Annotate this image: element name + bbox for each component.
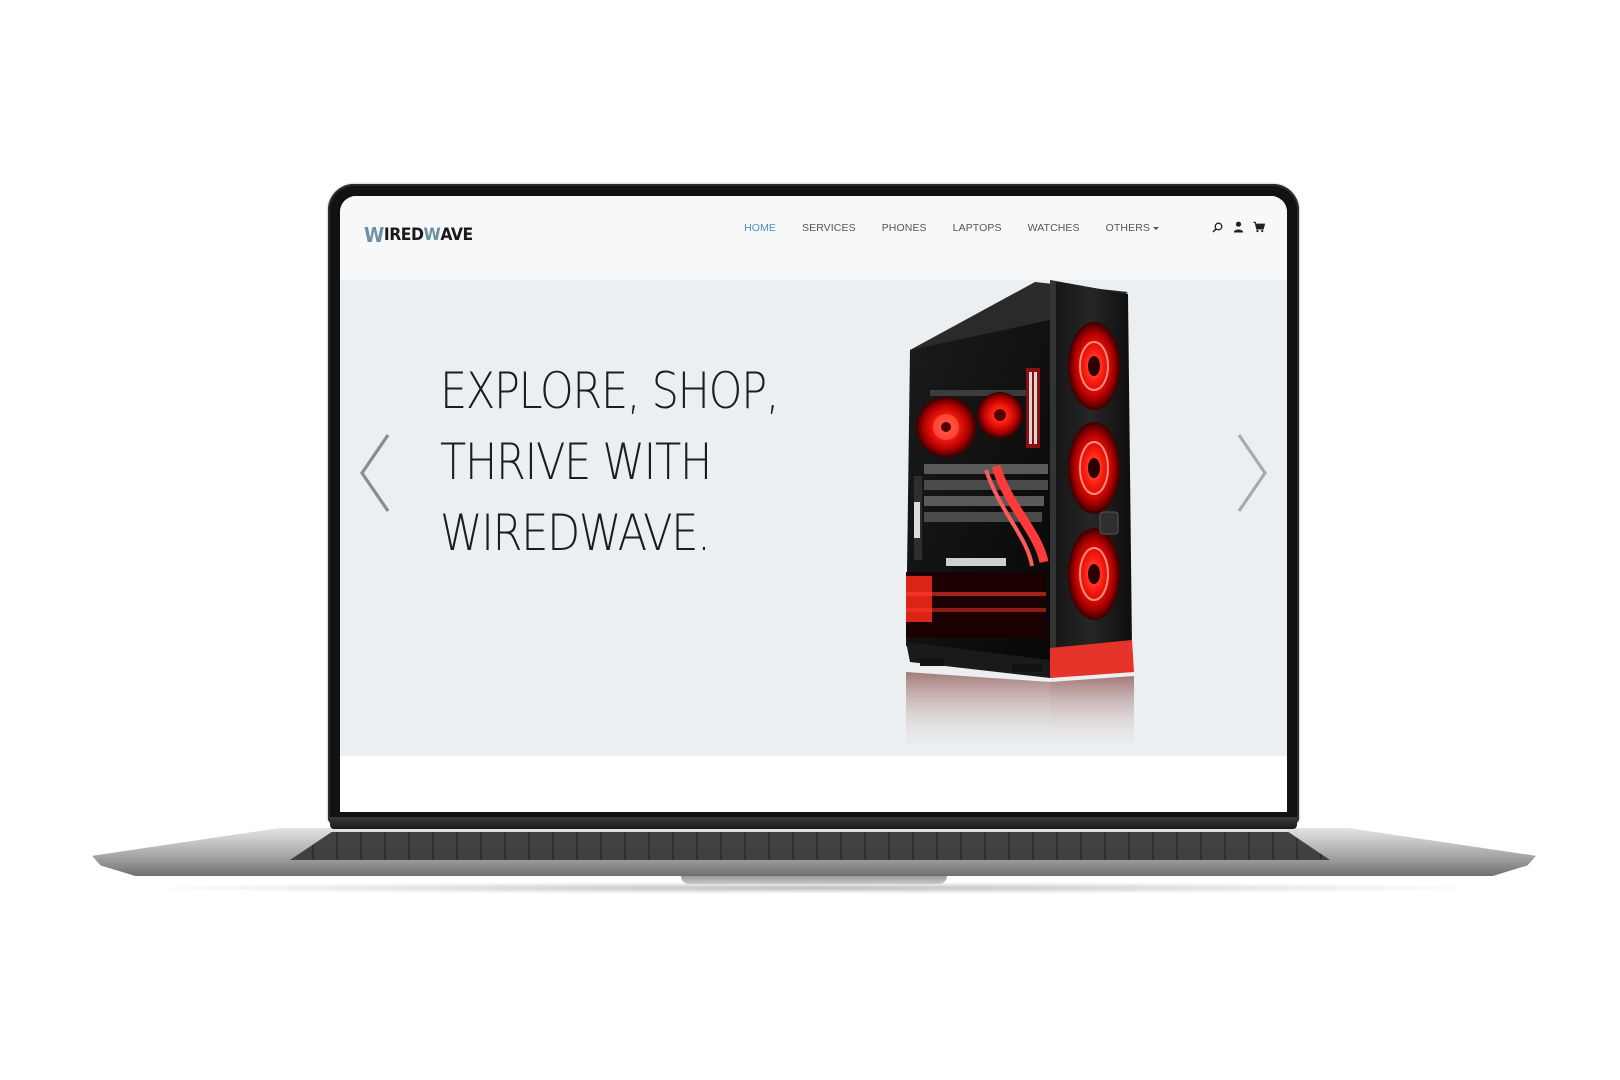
cart-icon[interactable] [1253, 220, 1265, 234]
nav-item-home[interactable]: HOME [744, 222, 776, 234]
laptop-screen: W IRED W AVE HOME SERVICES PHONES LAPTOPS W… [340, 196, 1287, 812]
laptop-thumb-notch [681, 876, 947, 884]
hero-heading: EXPLORE, SHOP, THRIVE WITH WIREDWAVE. [440, 356, 836, 569]
logo-letter-w: W [364, 223, 384, 247]
hero-carousel: EXPLORE, SHOP, THRIVE WITH WIREDWAVE. [340, 280, 1287, 756]
nav-item-others-label: OTHERS [1105, 222, 1150, 234]
nav-item-services[interactable]: SERVICES [802, 222, 856, 234]
logo-text-ave: AVE [440, 225, 473, 245]
chevron-left-icon [360, 434, 390, 512]
gaming-pc-image [906, 280, 1134, 756]
nav-item-watches[interactable]: WATCHES [1028, 222, 1080, 234]
search-icon[interactable] [1211, 220, 1223, 234]
chevron-right-icon [1237, 434, 1267, 512]
nav-item-laptops[interactable]: LAPTOPS [953, 222, 1002, 234]
navbar: W IRED W AVE HOME SERVICES PHONES LAPTOPS W… [340, 196, 1287, 280]
nav-links: HOME SERVICES PHONES LAPTOPS WATCHES OTH… [744, 222, 1159, 234]
logo-text-ired: IRED [383, 225, 424, 245]
nav-item-others[interactable]: OTHERS [1106, 222, 1159, 234]
laptop-keyboard [290, 832, 1330, 860]
hero-heading-line-3: WIREDWAVE. [440, 504, 711, 562]
nav-icons [1211, 220, 1265, 234]
laptop-hinge [330, 817, 1297, 829]
nav-item-phones[interactable]: PHONES [882, 222, 927, 234]
hero-heading-line-2: THRIVE WITH [440, 433, 712, 491]
carousel-next-button[interactable] [1235, 433, 1269, 513]
logo-letter-w2: W [423, 225, 441, 245]
stage: W IRED W AVE HOME SERVICES PHONES LAPTOPS W… [0, 0, 1620, 1080]
caret-down-icon [1153, 226, 1159, 230]
carousel-prev-button[interactable] [358, 433, 392, 513]
user-icon[interactable] [1232, 220, 1244, 234]
below-hero-section [340, 756, 1287, 812]
brand-logo[interactable]: W IRED W AVE [364, 222, 473, 248]
hero-heading-line-1: EXPLORE, SHOP, [440, 362, 780, 420]
